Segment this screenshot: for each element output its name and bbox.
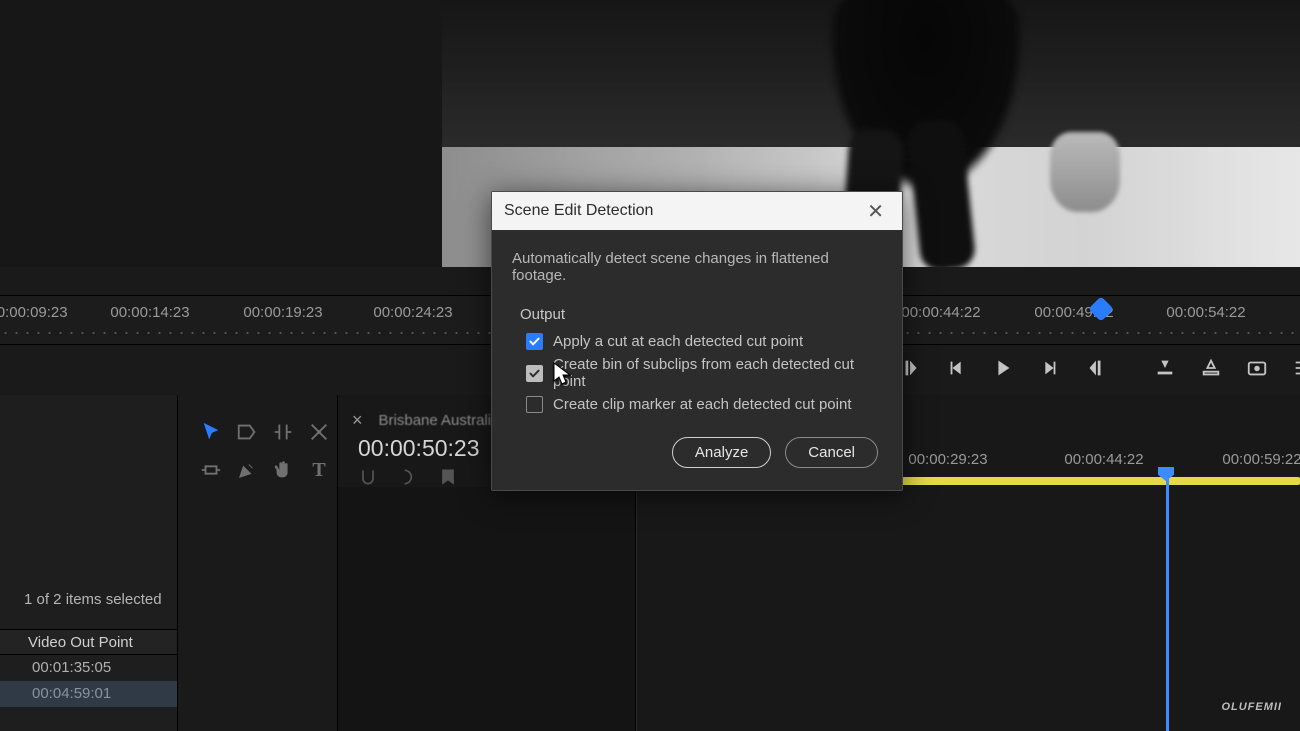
selection-info: 1 of 2 items selected xyxy=(24,591,162,608)
checkbox-create-marker[interactable] xyxy=(526,396,543,413)
extract-icon[interactable] xyxy=(1200,354,1222,382)
timeline-ruler-tick: 00:00:44:22 xyxy=(1064,451,1143,468)
ruler-tick: 00:00:09:23 xyxy=(0,304,68,321)
track-select-icon[interactable] xyxy=(232,417,262,447)
mark-in-icon[interactable] xyxy=(900,354,922,382)
play-icon[interactable] xyxy=(992,354,1014,382)
output-group-label: Output xyxy=(520,306,882,323)
ruler-tick: 00:00:54:22 xyxy=(1166,304,1245,321)
option-create-marker: Create clip marker at each detected cut … xyxy=(526,396,882,413)
option-label: Create clip marker at each detected cut … xyxy=(553,396,852,413)
close-tab-icon[interactable]: × xyxy=(346,410,369,431)
type-tool-icon[interactable]: T xyxy=(304,455,334,485)
export-frame-icon[interactable] xyxy=(1246,354,1268,382)
option-apply-cut: Apply a cut at each detected cut point xyxy=(526,333,882,350)
cancel-button[interactable]: Cancel xyxy=(785,437,878,468)
selection-tool-icon[interactable] xyxy=(196,417,226,447)
table-row[interactable]: 00:01:35:05 xyxy=(0,655,177,681)
ruler-tick: 00:00:19:23 xyxy=(243,304,322,321)
tool-palette: T xyxy=(178,395,338,731)
dialog-titlebar[interactable]: Scene Edit Detection ✕ xyxy=(492,192,902,230)
settings-icon[interactable] xyxy=(1292,354,1300,382)
checkbox-create-bin[interactable] xyxy=(526,365,543,382)
timeline-ruler-tick: 00:00:59:22 xyxy=(1222,451,1300,468)
step-forward-icon[interactable] xyxy=(1038,354,1060,382)
column-header-video-out[interactable]: Video Out Point xyxy=(0,629,177,655)
sequence-tab-name[interactable]: Brisbane Australia xyxy=(379,412,500,429)
analyze-button[interactable]: Analyze xyxy=(672,437,771,468)
mark-out-icon[interactable] xyxy=(1084,354,1106,382)
option-label: Create bin of subclips from each detecte… xyxy=(553,356,882,390)
dialog-title: Scene Edit Detection xyxy=(504,202,653,220)
ruler-tick: 00:00:24:23 xyxy=(373,304,452,321)
transport-controls xyxy=(900,348,1300,388)
ruler-tick: 00:00:14:23 xyxy=(110,304,189,321)
slip-tool-icon[interactable] xyxy=(196,455,226,485)
pen-tool-icon[interactable] xyxy=(232,455,262,485)
lift-icon[interactable] xyxy=(1154,354,1176,382)
ripple-edit-icon[interactable] xyxy=(268,417,298,447)
razor-tool-icon[interactable] xyxy=(304,417,334,447)
close-icon[interactable]: ✕ xyxy=(861,197,890,226)
left-panel-shade xyxy=(0,0,442,267)
project-panel: 1 of 2 items selected Video Out Point 00… xyxy=(0,395,178,731)
hand-tool-icon[interactable] xyxy=(268,455,298,485)
timeline-playhead-line[interactable] xyxy=(1166,471,1169,731)
table-row[interactable]: 00:04:59:01 xyxy=(0,681,177,707)
timeline-timecode[interactable]: 00:00:50:23 xyxy=(358,435,480,462)
dialog-description: Automatically detect scene changes in fl… xyxy=(512,250,882,284)
checkbox-apply-cut[interactable] xyxy=(526,333,543,350)
option-label: Apply a cut at each detected cut point xyxy=(553,333,803,350)
watermark: OLUFEMII xyxy=(1221,701,1282,713)
ruler-tick: 00:00:44:22 xyxy=(901,304,980,321)
timeline-ruler-tick: 00:00:29:23 xyxy=(908,451,987,468)
step-back-icon[interactable] xyxy=(946,354,968,382)
option-create-bin: Create bin of subclips from each detecte… xyxy=(526,356,882,390)
scene-edit-detection-dialog: Scene Edit Detection ✕ Automatically det… xyxy=(491,191,903,491)
